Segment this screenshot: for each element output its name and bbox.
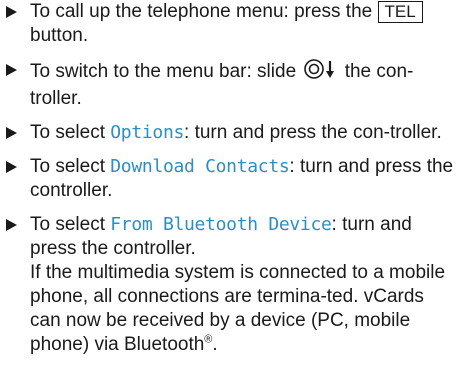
step-text: To call up the telephone menu: press the [30, 1, 373, 22]
note-text: If the multimedia system is connected to… [30, 262, 446, 355]
step-switch-menu-bar: To switch to the menu bar: slide the con… [0, 58, 471, 111]
step-bullet-icon [6, 219, 17, 231]
instruction-list: To call up the telephone menu: press the… [0, 0, 471, 357]
step-text: To select [30, 214, 105, 235]
step-text: To select [30, 122, 105, 143]
step-select-options: To select Options: turn and press the co… [0, 121, 471, 145]
menu-item-options: Options [110, 122, 185, 143]
step-bullet-icon [6, 127, 17, 139]
step-text: To switch to the menu bar: slide [30, 61, 297, 82]
step-select-from-bluetooth-device: To select From Bluetooth Device: turn an… [0, 213, 471, 357]
menu-item-from-bluetooth-device: From Bluetooth Device [110, 214, 332, 235]
step-text: To select [30, 156, 105, 177]
step-bullet-icon [6, 6, 17, 18]
step-note: If the multimedia system is connected to… [30, 261, 459, 357]
step-text-end: button. [30, 25, 89, 46]
step-bullet-icon [6, 161, 17, 173]
step-select-download-contacts: To select Download Contacts: turn and pr… [0, 155, 471, 203]
step-call-telephone-menu: To call up the telephone menu: press the… [0, 0, 471, 48]
step-bullet-icon [6, 64, 17, 76]
controller-slide-down-icon [303, 58, 337, 87]
menu-item-download-contacts: Download Contacts [110, 156, 290, 177]
tel-key-label: TEL [377, 1, 423, 23]
note-end: . [212, 334, 218, 355]
step-text-end: : turn and press the con-troller. [184, 122, 442, 143]
